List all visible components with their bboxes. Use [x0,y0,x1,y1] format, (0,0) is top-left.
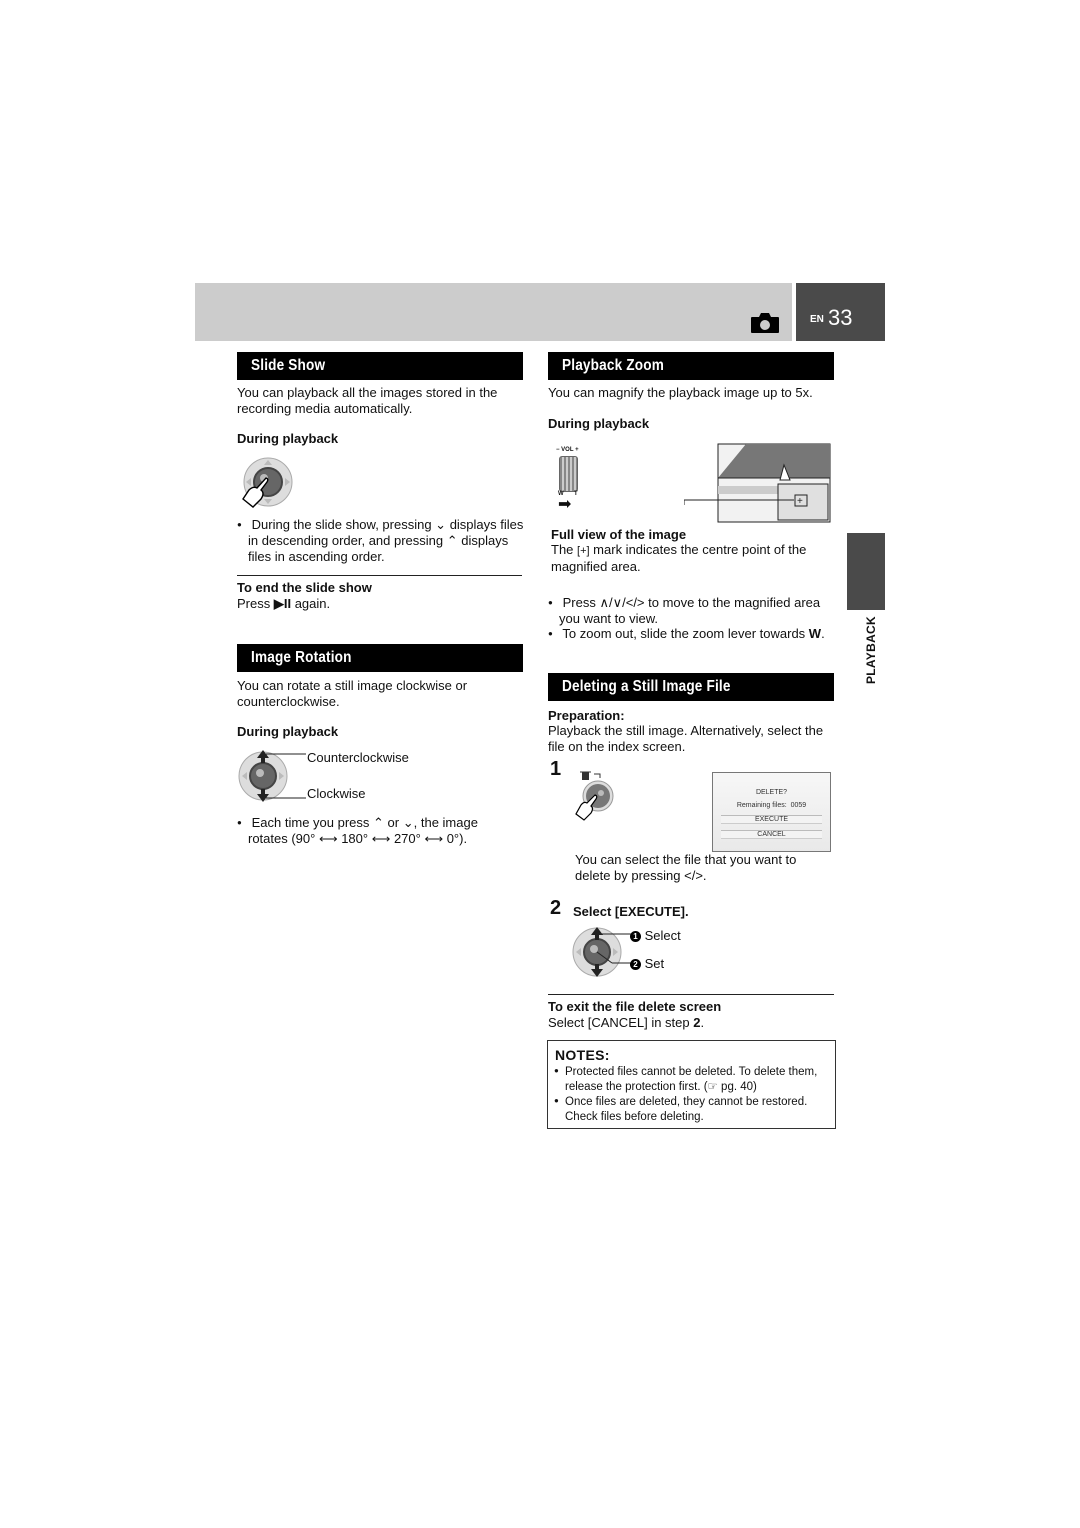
text: rotates (90° ⟷ 180° ⟷ 270° ⟷ 0°). [248,831,468,846]
side-tab-text: PLAYBACK [864,616,878,684]
execute-option: EXECUTE [721,815,822,824]
header-band [195,283,792,341]
exit-delete-text: Select [CANCEL] in step 2. [548,1015,704,1031]
set-label: 2 Set [630,956,664,972]
page-number: 33 [828,305,853,330]
notes-title: NOTES: [555,1047,610,1063]
tele-label: T [574,491,578,497]
divider [548,994,834,995]
delete-prompt: DELETE? [755,789,788,796]
notes-box: NOTES: Protected files cannot be deleted… [547,1040,836,1129]
camera-icon [751,313,779,333]
slide-show-during-heading: During playback [237,431,339,446]
clockwise-label: Clockwise [307,786,366,801]
slide-show-bullet: During the slide show, pressing ⌄ displa… [237,517,528,565]
page-number-box: EN 33 [796,283,885,341]
text: Press [237,596,274,611]
zoom-preview-image: + [684,443,831,523]
playback-zoom-title-text: Playback Zoom [562,357,664,374]
playback-zoom-bullet-1: Press ∧/∨/</> to move to the magnified a… [548,595,844,627]
preparation-heading: Preparation: [548,708,625,723]
text: . [821,626,825,641]
image-rotation-bullet: Each time you press ⌃ or ⌄, the imagerot… [237,815,528,847]
text: again. [291,596,331,611]
step-2-text: Select [EXECUTE]. [573,904,689,919]
text: The [551,542,578,557]
text: . [700,1015,705,1030]
full-view-text: The [+] mark indicates the centre point … [551,542,831,575]
slide-show-title: Slide Show [237,352,523,380]
preparation-text: Playback the still image. Alternatively,… [548,723,824,754]
notes-list: Protected files cannot be deleted. To de… [554,1064,832,1124]
step-1-text: You can select the file that you want to… [575,852,825,884]
down-arrow-icon: ⌄ [402,815,414,830]
joystick-press-icon [242,457,293,508]
text: Set [644,956,665,971]
delete-still-title: Deleting a Still Image File [548,673,834,701]
text: During the slide show, pressing [251,517,436,532]
right-arrow-icon: ➡ [558,496,572,513]
text: Select [644,928,681,943]
counterclockwise-label: Counterclockwise [307,750,409,765]
zoom-lever-diagram: − VOL + W T ➡ [556,438,590,513]
slide-show-title-text: Slide Show [251,357,326,374]
step-2-number: 2 [550,897,562,919]
end-slide-show-text: Press ▶II again. [237,596,330,612]
language-code: EN [810,314,824,325]
select-label: 1 Select [630,928,681,944]
text: Press [562,595,600,610]
text: Select [CANCEL] in step [548,1015,694,1030]
svg-text:+: + [797,496,803,507]
wide-key: W [808,626,822,641]
step-badge-1: 1 [630,931,641,942]
playback-zoom-title: Playback Zoom [548,352,834,380]
full-view-heading: Full view of the image [551,527,687,542]
slide-show-intro: You can playback all the images stored i… [237,385,498,416]
delete-button-press-icon [575,771,614,821]
side-tab-marker [847,533,885,610]
text: . [702,868,707,883]
image-rotation-title-text: Image Rotation [251,649,352,666]
centre-mark-icon: [+] [577,545,590,557]
cancel-option: CANCEL [721,830,822,839]
text: or [383,815,403,830]
step-1-number: 1 [550,758,562,780]
zoom-lever [559,456,578,492]
step-badge-2: 2 [630,959,641,970]
up-arrow-icon: ⌃ [446,533,458,548]
direction-keys-icon: ∧/∨/</> [599,595,645,610]
delete-still-title-text: Deleting a Still Image File [562,678,731,695]
playback-zoom-bullet-2: To zoom out, slide the zoom lever toward… [548,626,849,642]
playback-zoom-intro: You can magnify the playback image up to… [548,385,813,400]
up-arrow-icon: ⌃ [373,815,384,830]
image-rotation-during-heading: During playback [237,724,339,739]
remaining-label: Remaining files: [736,802,787,809]
joystick-up-down-icon [238,750,306,802]
image-rotation-intro: You can rotate a still image clockwise o… [237,678,468,709]
playback-zoom-during-heading: During playback [548,416,650,431]
divider [237,575,522,576]
text: , the image [413,815,478,830]
text: To zoom out, slide the zoom lever toward… [562,626,809,641]
volume-label: − VOL + [556,447,579,453]
remaining-value: 0059 [790,802,807,809]
text: mark indicates the centre point of the m… [551,542,807,574]
left-right-keys-icon: </> [684,868,703,883]
image-rotation-title: Image Rotation [237,644,523,672]
end-slide-show-heading: To end the slide show [237,580,372,595]
note-item: Protected files cannot be deleted. To de… [554,1064,832,1094]
remaining-files: Remaining files: 0059 [721,802,822,809]
note-item: Once files are deleted, they cannot be r… [554,1094,832,1124]
delete-confirm-screen: DELETE? Remaining files: 0059 EXECUTE CA… [712,772,831,852]
down-arrow-icon: ⌄ [435,517,447,532]
text: Each time you press [251,815,374,830]
play-pause-icon: ▶II [273,596,292,611]
exit-delete-heading: To exit the file delete screen [548,999,722,1014]
